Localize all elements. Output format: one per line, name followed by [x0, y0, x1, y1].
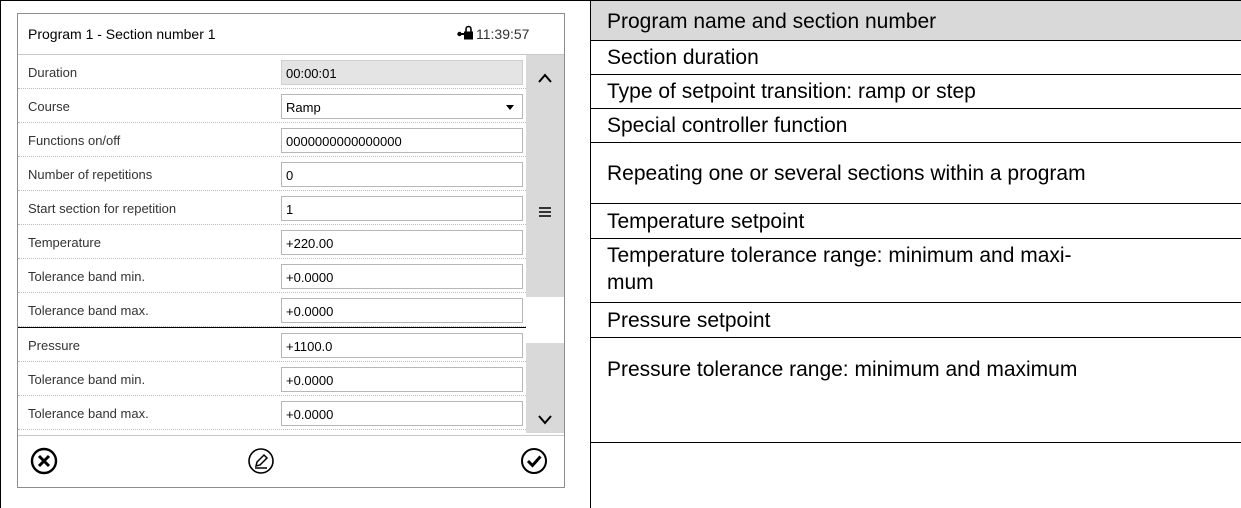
course-value: Ramp — [286, 100, 321, 115]
temp-tolerance-min-field[interactable]: +0.0000 — [281, 264, 523, 289]
confirm-icon[interactable] — [518, 445, 550, 477]
row-label: Start section for repetition — [28, 201, 177, 216]
chevron-down-icon[interactable] — [536, 410, 554, 428]
start-section-field[interactable]: 1 — [281, 196, 523, 221]
description-text: mum — [607, 271, 654, 294]
row-temp-tol-max: Tolerance band max. +0.0000 — [18, 293, 526, 327]
temperature-field[interactable]: +220.00 — [281, 230, 523, 255]
row-press-tol-min: Tolerance band min. +0.0000 — [18, 362, 526, 396]
scrollbar[interactable] — [526, 55, 564, 433]
description-text: Repeating one or several sections within… — [607, 162, 1086, 185]
description-row: Temperature setpoint — [591, 204, 1241, 239]
row-label: Tolerance band min. — [28, 269, 146, 284]
row-label: Course — [28, 99, 70, 114]
row-duration: Duration 00:00:01 — [18, 55, 526, 89]
menu-icon[interactable] — [536, 202, 554, 220]
row-label: Number of repetitions — [28, 167, 153, 182]
description-text: Temperature tolerance range: minimum and… — [607, 244, 1072, 267]
description-row: Pressure setpoint — [591, 303, 1241, 338]
chevron-up-icon[interactable] — [536, 70, 554, 88]
row-press-tol-max: Tolerance band max. +0.0000 — [18, 396, 526, 430]
row-label: Pressure — [28, 338, 81, 353]
row-start-section: Start section for repetition 1 — [18, 191, 526, 225]
bottom-toolbar — [18, 435, 564, 488]
row-temp-tol-min: Tolerance band min. +0.0000 — [18, 259, 526, 293]
lock-icon — [456, 25, 474, 41]
screen-title: Program 1 - Section number 1 — [28, 26, 216, 42]
title-bar: Program 1 - Section number 1 11:39:57 — [18, 14, 564, 55]
duration-field[interactable]: 00:00:01 — [281, 60, 523, 85]
row-label: Functions on/off — [28, 133, 121, 148]
scroll-thumb[interactable] — [526, 55, 564, 297]
clock-time: 11:39:57 — [476, 26, 530, 42]
row-pressure: Pressure +1100.0 — [18, 328, 526, 362]
description-row: Section duration — [591, 41, 1241, 75]
description-row: Special controller function — [591, 109, 1241, 143]
pressure-tolerance-min-field[interactable]: +0.0000 — [281, 367, 523, 392]
pressure-field[interactable]: +1100.0 — [281, 333, 523, 358]
row-temperature: Temperature +220.00 — [18, 225, 526, 259]
row-label: Temperature — [28, 235, 101, 250]
row-label: Tolerance band max. — [28, 406, 149, 421]
course-select[interactable]: Ramp — [281, 94, 523, 119]
functions-field[interactable]: 0000000000000000 — [281, 128, 523, 153]
temp-tolerance-max-field[interactable]: +0.0000 — [281, 298, 523, 323]
description-row: Temperature tolerance range: minimum and… — [591, 239, 1241, 303]
description-text: Temperature setpoint — [607, 210, 805, 233]
row-repetitions: Number of repetitions 0 — [18, 157, 526, 191]
controller-screen: Program 1 - Section number 1 11:39:57 Du… — [17, 13, 565, 488]
description-text: Program name and section number — [607, 10, 937, 33]
description-text: Section duration — [607, 46, 759, 69]
description-row: Program name and section number — [591, 1, 1241, 41]
description-row: Pressure tolerance range: minimum and ma… — [591, 338, 1241, 443]
row-label: Tolerance band min. — [28, 372, 146, 387]
cancel-icon[interactable] — [28, 445, 60, 477]
description-text: Type of setpoint transition: ramp or ste… — [607, 80, 976, 103]
row-label: Tolerance band max. — [28, 303, 149, 318]
pressure-tolerance-max-field[interactable]: +0.0000 — [281, 401, 523, 426]
row-label: Duration — [28, 65, 78, 80]
repetitions-field[interactable]: 0 — [281, 162, 523, 187]
description-row: Type of setpoint transition: ramp or ste… — [591, 75, 1241, 109]
description-row: Repeating one or several sections within… — [591, 143, 1241, 204]
edit-icon[interactable] — [245, 445, 277, 477]
description-text: Pressure setpoint — [607, 309, 771, 332]
description-text: Pressure tolerance range: minimum and ma… — [607, 358, 1078, 381]
row-course: Course Ramp — [18, 89, 526, 123]
left-border — [0, 0, 1, 508]
row-functions: Functions on/off 0000000000000000 — [18, 123, 526, 157]
description-text: Special controller function — [607, 114, 848, 137]
dropdown-arrow-icon — [506, 105, 514, 110]
